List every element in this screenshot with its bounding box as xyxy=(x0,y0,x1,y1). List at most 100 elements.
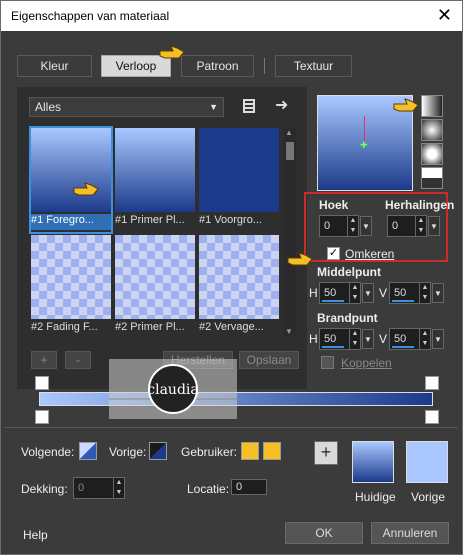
gradient-swatch xyxy=(31,235,111,319)
focal-v-label: V xyxy=(379,332,388,346)
dialog-window: Eigenschappen van materiaal ✕ Kleur Verl… xyxy=(0,0,463,555)
focal-h-dropdown[interactable]: ▼ xyxy=(362,329,374,349)
angle-input[interactable]: 0 ▲ ▼ ▼ xyxy=(319,215,372,237)
plus-icon[interactable]: + xyxy=(314,441,338,465)
angle-stepper[interactable]: ▲ ▼ xyxy=(347,216,358,236)
tab-separator xyxy=(264,58,265,74)
focal-v-value: 50 xyxy=(394,333,407,345)
rectangular-style-icon[interactable] xyxy=(421,119,443,141)
midpoint-v-bar xyxy=(392,300,414,302)
hand-pointer-icon xyxy=(73,182,99,196)
focal-h-input[interactable]: 50 ▲ ▼ ▼ xyxy=(319,328,374,350)
user-color-swatch[interactable] xyxy=(241,442,259,460)
opacity-stepper[interactable]: ▲ ▼ xyxy=(113,478,124,498)
scroll-up-icon[interactable]: ▲ xyxy=(285,128,293,137)
library-item[interactable]: #1 Foregro... xyxy=(29,126,113,234)
link-checkbox[interactable] xyxy=(321,356,334,369)
user-label: Gebruiker: xyxy=(181,445,238,459)
location-input[interactable]: 0 xyxy=(231,479,267,495)
library-item[interactable]: #2 Primer Pl... xyxy=(115,235,195,339)
remove-button[interactable]: - xyxy=(65,351,91,369)
color-stop-top-right[interactable] xyxy=(425,376,439,390)
add-button[interactable]: + xyxy=(31,351,57,369)
ok-button[interactable]: OK xyxy=(285,522,363,544)
opacity-label: Dekking: xyxy=(21,482,68,496)
repeat-stepper[interactable]: ▲ ▼ xyxy=(415,216,426,236)
library-item[interactable]: #2 Vervage... xyxy=(199,235,279,339)
color-stop-bottom-right[interactable] xyxy=(425,410,439,424)
link-label: Koppelen xyxy=(341,356,392,370)
current-preview[interactable] xyxy=(352,441,394,483)
repeat-input[interactable]: 0 ▲ ▼ ▼ xyxy=(387,215,440,237)
angle-dropdown[interactable]: ▼ xyxy=(360,216,372,236)
hand-pointer-icon xyxy=(159,45,185,59)
midpoint-h-value: 50 xyxy=(324,287,337,299)
midpoint-h-stepper[interactable]: ▲ ▼ xyxy=(349,283,360,303)
previous-preview[interactable] xyxy=(406,441,448,483)
divider xyxy=(5,427,458,428)
next-color-swatch[interactable] xyxy=(79,442,97,460)
focal-h-stepper[interactable]: ▲ ▼ xyxy=(349,329,360,349)
library-scrollbar[interactable]: ▲ ▼ xyxy=(284,128,296,336)
tab-kleur[interactable]: Kleur xyxy=(17,55,92,77)
angle-line xyxy=(364,116,365,142)
user-color-swatch-2[interactable] xyxy=(263,442,281,460)
invert-checkbox[interactable]: ✓ xyxy=(327,247,340,260)
close-icon[interactable]: ✕ xyxy=(437,5,452,26)
focal-v-dropdown[interactable]: ▼ xyxy=(432,329,444,349)
help-link[interactable]: Help xyxy=(23,528,48,542)
focal-v-bar xyxy=(392,346,414,348)
arrow-right-icon[interactable]: ➜ xyxy=(275,95,288,115)
watermark-logo: claudia xyxy=(109,359,237,419)
previous-label: Vorige: xyxy=(109,445,147,459)
next-label: Volgende: xyxy=(21,445,75,459)
midpoint-v-label: V xyxy=(379,286,388,300)
opacity-value: 0 xyxy=(78,482,85,494)
scroll-thumb[interactable] xyxy=(286,142,294,160)
focal-v-input[interactable]: 50 ▲ ▼ ▼ xyxy=(389,328,444,350)
focal-v-stepper[interactable]: ▲ ▼ xyxy=(419,329,430,349)
repeat-value: 0 xyxy=(392,220,399,232)
library-item-label: #2 Fading F... xyxy=(31,321,98,333)
library-item-label: #2 Primer Pl... xyxy=(115,321,185,333)
tab-patroon[interactable]: Patroon xyxy=(181,55,254,77)
scroll-down-icon[interactable]: ▼ xyxy=(285,327,293,336)
midpoint-v-stepper[interactable]: ▲ ▼ xyxy=(419,283,430,303)
cancel-button[interactable]: Annuleren xyxy=(371,522,449,544)
color-stop-top-left[interactable] xyxy=(35,376,49,390)
midpoint-h-bar xyxy=(322,300,344,302)
midpoint-v-dropdown[interactable]: ▼ xyxy=(432,283,444,303)
gradient-swatch xyxy=(31,128,111,212)
library-item[interactable]: #2 Fading F... xyxy=(31,235,111,339)
midpoint-v-input[interactable]: 50 ▲ ▼ ▼ xyxy=(389,282,444,304)
color-stop-bottom-left[interactable] xyxy=(35,410,49,424)
midpoint-label: Middelpunt xyxy=(317,265,381,279)
midpoint-h-input[interactable]: 50 ▲ ▼ ▼ xyxy=(319,282,374,304)
repeat-dropdown[interactable]: ▼ xyxy=(428,216,440,236)
library-item[interactable]: #1 Primer Pl... xyxy=(115,128,195,232)
focal-h-label: H xyxy=(309,332,318,346)
midpoint-h-dropdown[interactable]: ▼ xyxy=(362,283,374,303)
category-dropdown[interactable]: Alles ▼ xyxy=(29,97,224,117)
window-title: Eigenschappen van materiaal xyxy=(11,9,170,23)
library-item[interactable]: #1 Voorgro... xyxy=(199,128,279,232)
angle-label: Hoek xyxy=(319,198,349,212)
gradient-swatch xyxy=(115,128,195,212)
category-value: Alles xyxy=(35,100,62,114)
angle-value: 0 xyxy=(324,220,331,232)
save-icon[interactable] xyxy=(241,98,259,114)
watermark-text: claudia xyxy=(147,382,198,398)
library-item-label: #1 Voorgro... xyxy=(199,214,262,226)
tab-textuur[interactable]: Textuur xyxy=(275,55,352,77)
previous-color-swatch[interactable] xyxy=(149,442,167,460)
save-preset-button[interactable]: Opslaan xyxy=(239,351,299,369)
focal-label: Brandpunt xyxy=(317,311,378,325)
title-bar: Eigenschappen van materiaal ✕ xyxy=(1,1,462,31)
midpoint-h-label: H xyxy=(309,286,318,300)
linear-style-icon[interactable] xyxy=(421,95,443,117)
sunburst-style-icon[interactable] xyxy=(421,143,443,165)
previous-preview-label: Vorige xyxy=(411,490,446,504)
location-value: 0 xyxy=(236,481,243,493)
radial-style-icon[interactable] xyxy=(421,167,443,189)
opacity-input[interactable]: 0 ▲ ▼ xyxy=(73,477,125,499)
